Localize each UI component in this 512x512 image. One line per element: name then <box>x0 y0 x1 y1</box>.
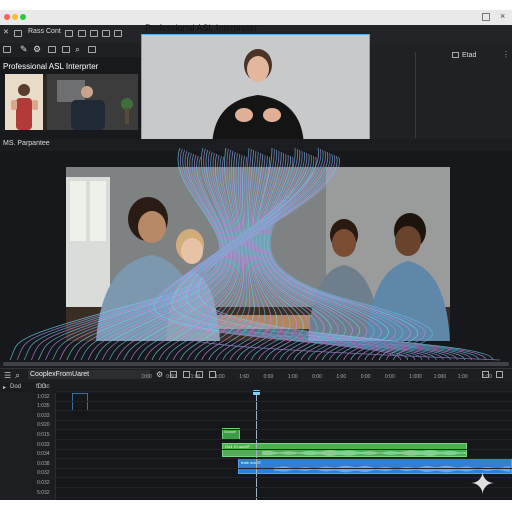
ruler-tick: 0:00 <box>385 374 395 380</box>
inspector-panel <box>370 43 512 139</box>
fullscreen-icon[interactable] <box>496 371 503 378</box>
timeline-settings-icon[interactable]: ⚙ <box>156 370 163 379</box>
track-row-label: 5:032 <box>37 489 50 496</box>
ruler-tick: 1:00 <box>457 374 468 380</box>
horizontal-scrollbar[interactable] <box>3 362 509 366</box>
track-row <box>56 496 512 498</box>
track-row-label: 0:032 <box>37 470 50 477</box>
toolbar-item-2[interactable]: Cont <box>46 28 61 35</box>
ruler-tick: 1:000 <box>433 374 447 380</box>
track-row-label: 0:920 <box>37 422 50 429</box>
export-icon[interactable] <box>48 46 56 53</box>
featured-feed-title: Professional ASL Interpreter <box>145 23 258 33</box>
speaker-thumbnail <box>47 74 138 130</box>
track-row-label: 0:033 <box>37 412 50 419</box>
interpreter-thumbnail <box>5 74 43 130</box>
ruler-tick: 0:00 <box>263 374 274 380</box>
close-icon[interactable]: × <box>500 11 505 21</box>
ruler-tick: 1:00 <box>287 374 298 380</box>
track-target-icon[interactable]: ▸ <box>3 384 6 391</box>
layout-icon[interactable] <box>102 30 110 37</box>
motion-trails-overlay <box>9 147 500 361</box>
track-row-label: 0:032 <box>37 480 50 486</box>
toolbar-item-1[interactable]: Rass <box>28 28 44 35</box>
close-window-button[interactable] <box>4 14 10 20</box>
ruler-tick: 1:00 <box>482 374 492 380</box>
maximize-window-button[interactable] <box>20 14 26 20</box>
track-row <box>56 448 512 450</box>
ruler-tick: 1:00 <box>214 374 225 380</box>
track-row-label: 0:015 <box>37 432 50 438</box>
track-row-label: 1:150 <box>37 384 50 390</box>
settings-icon[interactable]: ⚙ <box>33 44 41 55</box>
audio-clip[interactable]: Oo1 Gl ooc0F <box>222 443 467 457</box>
media-icon[interactable] <box>62 46 70 53</box>
track-row <box>56 410 512 412</box>
track-row <box>56 477 512 479</box>
timeline-search-icon[interactable]: ⌕ <box>15 370 20 381</box>
source-preview[interactable] <box>5 74 138 130</box>
ruler-tick: 0:00 <box>312 374 322 380</box>
ruler-tick: 0:00 <box>142 374 152 380</box>
ruler-tick: 1:00 <box>336 374 347 380</box>
track-row-label: 0:033 <box>37 441 50 448</box>
search-icon[interactable]: ⌕ <box>75 44 80 55</box>
track-row-label: 1:032 <box>37 393 50 400</box>
track-row <box>56 458 512 460</box>
link-icon[interactable] <box>183 371 190 378</box>
image-icon[interactable] <box>65 30 73 37</box>
track-row-label: 1:035 <box>37 403 50 410</box>
ruler-tick: 1:60 <box>239 374 249 380</box>
close-tool-icon[interactable]: ✕ <box>3 28 9 36</box>
ruler-tick: 1:00 <box>190 374 201 380</box>
track-row <box>56 429 512 431</box>
copy-icon[interactable] <box>78 30 86 37</box>
audio-waveform <box>262 450 466 456</box>
panel-icon[interactable] <box>452 52 459 58</box>
selection-marker[interactable] <box>72 393 88 411</box>
track-row <box>56 439 512 440</box>
save-icon[interactable] <box>3 46 11 53</box>
track-row <box>56 391 512 392</box>
minimize-window-button[interactable] <box>12 14 18 20</box>
list-icon[interactable]: ☰ <box>4 371 11 380</box>
scrollbar-thumb[interactable] <box>3 362 509 366</box>
grid-icon[interactable] <box>114 30 122 37</box>
track-row <box>56 467 512 469</box>
sequence-name-field[interactable]: CooplexFromUaret <box>28 370 150 379</box>
inspector-label: Etad <box>462 52 477 59</box>
window-icon[interactable] <box>14 30 22 37</box>
import-icon[interactable] <box>88 46 96 53</box>
header-col-1: Dod <box>10 384 22 390</box>
restore-icon[interactable] <box>482 13 490 21</box>
editor-window: × ✕ Rass Cont ✎ ⚙ ⌕ Etad ⋮ Professional … <box>0 10 512 500</box>
interpreter-feed[interactable] <box>141 34 370 148</box>
folder-icon[interactable] <box>90 30 98 37</box>
source-panel-title: Professional ASL Interprter <box>3 62 99 71</box>
track-row <box>56 487 512 488</box>
sparkle-icon: ✦ <box>470 468 496 501</box>
track-row <box>56 419 512 421</box>
pen-icon[interactable]: ✎ <box>20 44 28 55</box>
track-row <box>56 400 512 402</box>
panel-divider <box>415 52 416 138</box>
track-row-label: 0:038 <box>37 460 50 467</box>
panel-menu-icon[interactable]: ⋮ <box>502 50 510 59</box>
ruler-tick: 0:00 <box>360 374 371 380</box>
playhead[interactable] <box>256 393 257 500</box>
ruler-tick: 1:000 <box>409 374 422 380</box>
ruler-tick: 0:60 <box>166 374 177 380</box>
track-row-label: 0:034 <box>37 451 50 458</box>
